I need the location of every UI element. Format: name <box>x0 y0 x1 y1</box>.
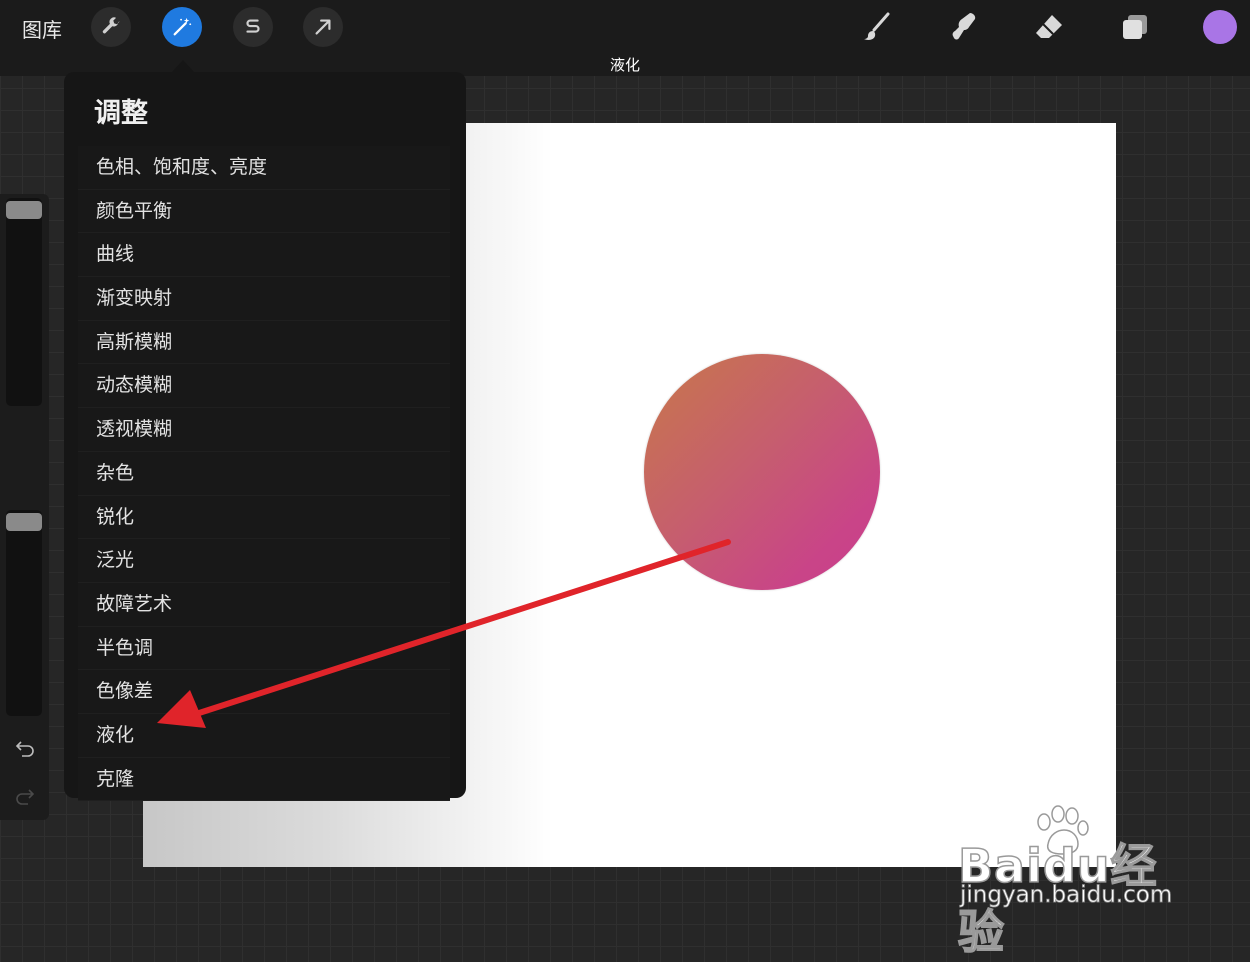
smudge-icon <box>952 13 976 40</box>
menu-item-bloom[interactable]: 泛光 <box>78 539 450 583</box>
transform-button[interactable] <box>303 7 343 47</box>
menu-item-gradient-map[interactable]: 渐变映射 <box>78 277 450 321</box>
baidu-jingyan-watermark: Baidu经验 jingyan.baidu.com <box>957 805 1198 960</box>
menu-item-clone[interactable]: 克隆 <box>78 757 450 802</box>
transform-arrow-icon <box>315 19 331 35</box>
menu-item-liquify[interactable]: 液化 <box>78 713 450 758</box>
wrench-icon <box>102 17 120 34</box>
gallery-button[interactable]: 图库 <box>22 14 62 43</box>
color-picker-button[interactable] <box>1203 10 1237 44</box>
selection-s-icon <box>246 19 260 33</box>
adjustments-button[interactable] <box>162 7 202 47</box>
brush-icon <box>864 12 890 40</box>
brush-tool-button[interactable] <box>858 8 896 46</box>
menu-item-perspective-blur[interactable]: 透视模糊 <box>78 408 450 452</box>
layers-button[interactable] <box>1116 8 1154 46</box>
adjustments-list: 色相、饱和度、亮度 颜色平衡 曲线 渐变映射 高斯模糊 动态模糊 透视模糊 杂色… <box>78 146 450 802</box>
layers-icon <box>1123 15 1147 39</box>
brush-size-slider-thumb[interactable] <box>6 201 42 219</box>
brush-size-slider[interactable] <box>6 198 42 406</box>
menu-item-curves[interactable]: 曲线 <box>78 233 450 278</box>
menu-item-motion-blur[interactable]: 动态模糊 <box>78 364 450 409</box>
eraser-icon <box>1036 15 1062 38</box>
opacity-slider[interactable] <box>6 510 42 716</box>
menu-item-color-balance[interactable]: 颜色平衡 <box>78 189 450 234</box>
actions-button[interactable] <box>91 7 131 47</box>
menu-item-noise[interactable]: 杂色 <box>78 451 450 496</box>
opacity-slider-thumb[interactable] <box>6 513 42 531</box>
undo-icon[interactable] <box>14 738 36 758</box>
sidebar <box>0 194 49 820</box>
menu-item-sharpen[interactable]: 锐化 <box>78 495 450 540</box>
smudge-tool-button[interactable] <box>944 8 982 46</box>
menu-item-glitch[interactable]: 故障艺术 <box>78 582 450 627</box>
redo-icon[interactable] <box>14 786 36 806</box>
menu-item-gaussian-blur[interactable]: 高斯模糊 <box>78 320 450 365</box>
menu-item-hue-saturation-brightness[interactable]: 色相、饱和度、亮度 <box>78 146 450 190</box>
eraser-tool-button[interactable] <box>1030 8 1068 46</box>
menu-title: 调整 <box>94 98 148 129</box>
menu-item-chromatic-aberration[interactable]: 色像差 <box>78 670 450 714</box>
adjustments-menu: 调整 色相、饱和度、亮度 颜色平衡 曲线 渐变映射 高斯模糊 动态模糊 透视模糊… <box>64 72 466 802</box>
menu-item-halftone[interactable]: 半色调 <box>78 626 450 671</box>
magic-wand-icon <box>173 17 192 36</box>
selection-button[interactable] <box>233 7 273 47</box>
watermark-url: jingyan.baidu.com <box>960 882 1173 909</box>
gradient-circle-artwork <box>644 354 880 590</box>
